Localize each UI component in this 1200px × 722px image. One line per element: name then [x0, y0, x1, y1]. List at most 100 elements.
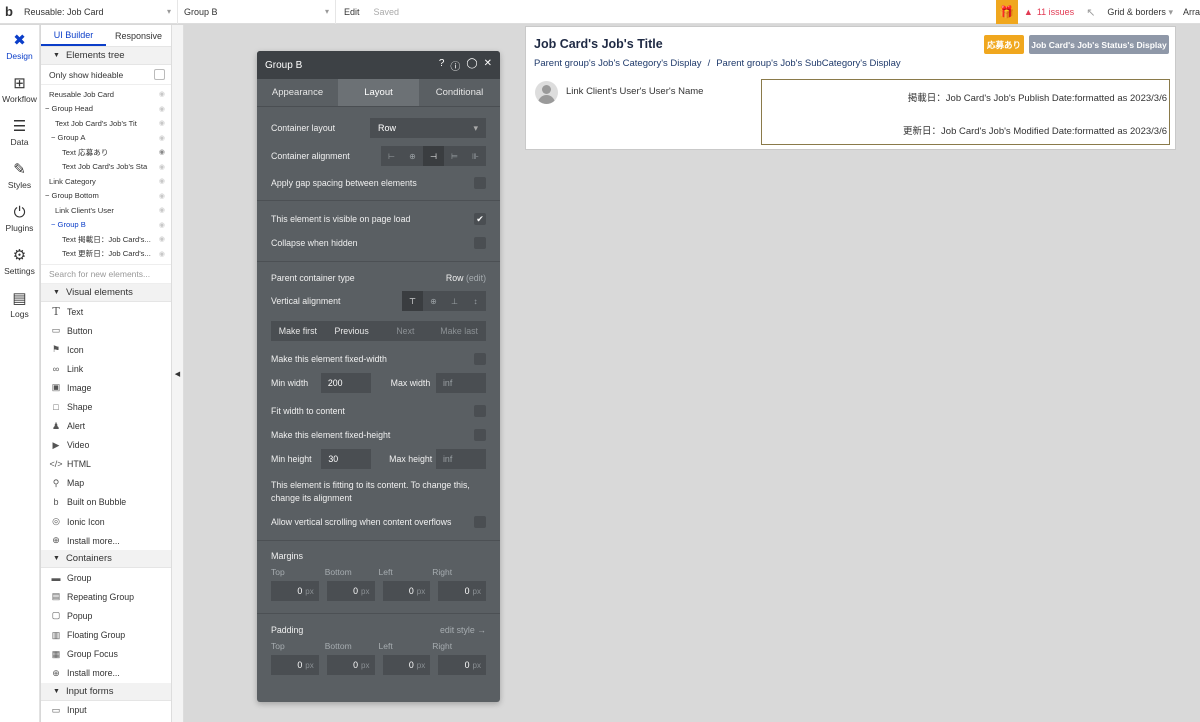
- element-group-focus[interactable]: ▦ Group Focus: [41, 645, 171, 664]
- category-link[interactable]: Parent group's Job's Category's Display …: [534, 58, 901, 69]
- element-repeating-group[interactable]: ▤ Repeating Group: [41, 587, 171, 606]
- tree-item[interactable]: Link Client's User ◉: [41, 203, 171, 218]
- grid-borders-menu[interactable]: Grid & borders ▾: [1107, 7, 1173, 18]
- eye-icon[interactable]: ◉: [159, 148, 165, 156]
- make-first-button[interactable]: Make first: [271, 321, 325, 341]
- fixed-height-checkbox[interactable]: [474, 429, 486, 441]
- gift-icon[interactable]: 🎁: [995, 0, 1018, 24]
- rail-settings[interactable]: ⚙ Settings: [0, 240, 39, 283]
- element-icon[interactable]: ⚑ Icon: [41, 340, 171, 359]
- modified-date-text[interactable]: 更新日：Job Card's Job's Modified Date:forma…: [903, 123, 1167, 137]
- applied-badge[interactable]: 応募あり: [984, 35, 1024, 54]
- align-top-icon[interactable]: ⊤: [402, 291, 423, 311]
- margin-right-input[interactable]: 0 px: [438, 581, 486, 601]
- tree-item[interactable]: Text 応募あり ◉: [41, 145, 171, 160]
- element-group[interactable]: ▬ Group: [41, 568, 171, 587]
- reusable-job-card[interactable]: Job Card's Job's Title 応募あり Job Card's J…: [525, 26, 1176, 150]
- element-install-more[interactable]: ⊕ Install more...: [41, 531, 171, 550]
- element-input[interactable]: ▭ Input: [41, 701, 171, 720]
- next-button[interactable]: Next: [379, 321, 433, 341]
- eye-icon[interactable]: ◉: [159, 105, 165, 113]
- element-shape[interactable]: □ Shape: [41, 397, 171, 416]
- element-built-on-bubble[interactable]: b Built on Bubble: [41, 493, 171, 512]
- eye-icon[interactable]: ◉: [159, 119, 165, 127]
- tree-item[interactable]: − Group Bottom ◉: [41, 189, 171, 204]
- fit-width-checkbox[interactable]: [474, 405, 486, 417]
- padding-top-input[interactable]: 0 px: [271, 655, 319, 675]
- element-link[interactable]: ∞ Link: [41, 359, 171, 378]
- issues-button[interactable]: ▲ 11 issues: [1024, 7, 1074, 17]
- eye-icon[interactable]: ◉: [159, 206, 165, 214]
- rail-logs[interactable]: ▤ Logs: [0, 283, 39, 326]
- rail-plugins[interactable]: ⏻ Plugins: [0, 197, 39, 240]
- eye-icon[interactable]: ◉: [159, 235, 165, 243]
- rail-workflow[interactable]: ⊞ Workflow: [0, 68, 39, 111]
- collapse-checkbox[interactable]: [474, 237, 486, 249]
- page-selector[interactable]: Reusable: Job Card ▾: [18, 0, 178, 24]
- element-floating-group[interactable]: ▥ Floating Group: [41, 626, 171, 645]
- bubble-logo[interactable]: b: [0, 0, 18, 24]
- elements-tree-header[interactable]: ▼ Elements tree: [41, 47, 171, 65]
- eye-icon[interactable]: ◉: [159, 134, 165, 142]
- rail-data[interactable]: ☰ Data: [0, 111, 39, 154]
- containers-header[interactable]: ▼ Containers: [41, 550, 171, 569]
- close-icon[interactable]: ✕: [484, 58, 492, 73]
- tab-appearance[interactable]: Appearance: [257, 79, 338, 106]
- eye-icon[interactable]: ◉: [159, 90, 165, 98]
- job-title-text[interactable]: Job Card's Job's Title: [534, 37, 663, 51]
- max-height-input[interactable]: inf: [435, 449, 486, 469]
- only-show-hideable-checkbox[interactable]: [154, 69, 165, 80]
- element-selector[interactable]: Group B ▾: [178, 0, 336, 24]
- element-image[interactable]: ▣ Image: [41, 378, 171, 397]
- eye-icon[interactable]: ◉: [159, 177, 165, 185]
- edit-style-link[interactable]: edit style →: [440, 625, 486, 635]
- eye-icon[interactable]: ◉: [159, 163, 165, 171]
- element-text[interactable]: T Text: [41, 302, 171, 321]
- rail-design[interactable]: ✖ Design: [0, 25, 39, 68]
- element-alert[interactable]: ♟ Alert: [41, 417, 171, 436]
- edit-menu[interactable]: Edit: [344, 7, 360, 17]
- scroll-checkbox[interactable]: [474, 516, 486, 528]
- eye-icon[interactable]: ◉: [159, 250, 165, 258]
- tree-item[interactable]: Reusable Job Card ◉: [41, 87, 171, 102]
- element-map[interactable]: ⚲ Map: [41, 474, 171, 493]
- tab-ui-builder[interactable]: UI Builder: [41, 25, 106, 46]
- max-width-input[interactable]: inf: [435, 373, 486, 393]
- client-user-link[interactable]: Link Client's User's User's Name: [566, 86, 703, 97]
- gap-checkbox[interactable]: [474, 177, 486, 189]
- pointer-icon[interactable]: ↖: [1086, 6, 1095, 19]
- search-elements-input[interactable]: Search for new elements...: [41, 264, 171, 284]
- help-icon[interactable]: ?: [439, 58, 445, 73]
- tab-layout[interactable]: Layout: [338, 79, 419, 106]
- tree-item[interactable]: − Group A ◉: [41, 131, 171, 146]
- margin-bottom-input[interactable]: 0 px: [326, 581, 375, 601]
- padding-left-input[interactable]: 0 px: [382, 655, 431, 675]
- status-badge[interactable]: Job Card's Job's Status's Display: [1029, 35, 1169, 54]
- align-right-icon[interactable]: ⊣: [423, 146, 444, 166]
- tab-responsive[interactable]: Responsive: [106, 25, 171, 46]
- element-ionic-icon[interactable]: ◎ Ionic Icon: [41, 512, 171, 531]
- tree-item[interactable]: Text Job Card's Job's Sta ◉: [41, 160, 171, 175]
- padding-bottom-input[interactable]: 0 px: [326, 655, 375, 675]
- tree-item[interactable]: Text 更新日：Job Card's... ◉: [41, 247, 171, 262]
- publish-date-text[interactable]: 掲載日：Job Card's Job's Publish Date:format…: [908, 90, 1167, 104]
- tree-item[interactable]: Link Category ◉: [41, 174, 171, 189]
- arrange-menu[interactable]: Arra: [1183, 7, 1200, 17]
- eye-icon[interactable]: ◉: [159, 221, 165, 229]
- align-middle-icon[interactable]: ⊕: [423, 291, 444, 311]
- min-width-input[interactable]: 200: [320, 373, 371, 393]
- element-install-more[interactable]: ⊕ Install more...: [41, 664, 171, 683]
- make-last-button[interactable]: Make last: [432, 321, 486, 341]
- align-center-icon[interactable]: ⊕: [402, 146, 423, 166]
- align-bottom-icon[interactable]: ⊥: [444, 291, 465, 311]
- input-forms-header[interactable]: ▼ Input forms: [41, 682, 171, 701]
- element-html[interactable]: </> HTML: [41, 455, 171, 474]
- element-video[interactable]: ▶ Video: [41, 436, 171, 455]
- align-left-icon[interactable]: ⊢: [381, 146, 402, 166]
- element-button[interactable]: ▭ Button: [41, 321, 171, 340]
- visible-checkbox-checked[interactable]: ✔: [474, 213, 486, 225]
- fixed-width-checkbox[interactable]: [474, 353, 486, 365]
- container-layout-dropdown[interactable]: Row ▾: [370, 118, 486, 138]
- rail-styles[interactable]: ✎ Styles: [0, 154, 39, 197]
- margin-top-input[interactable]: 0 px: [271, 581, 319, 601]
